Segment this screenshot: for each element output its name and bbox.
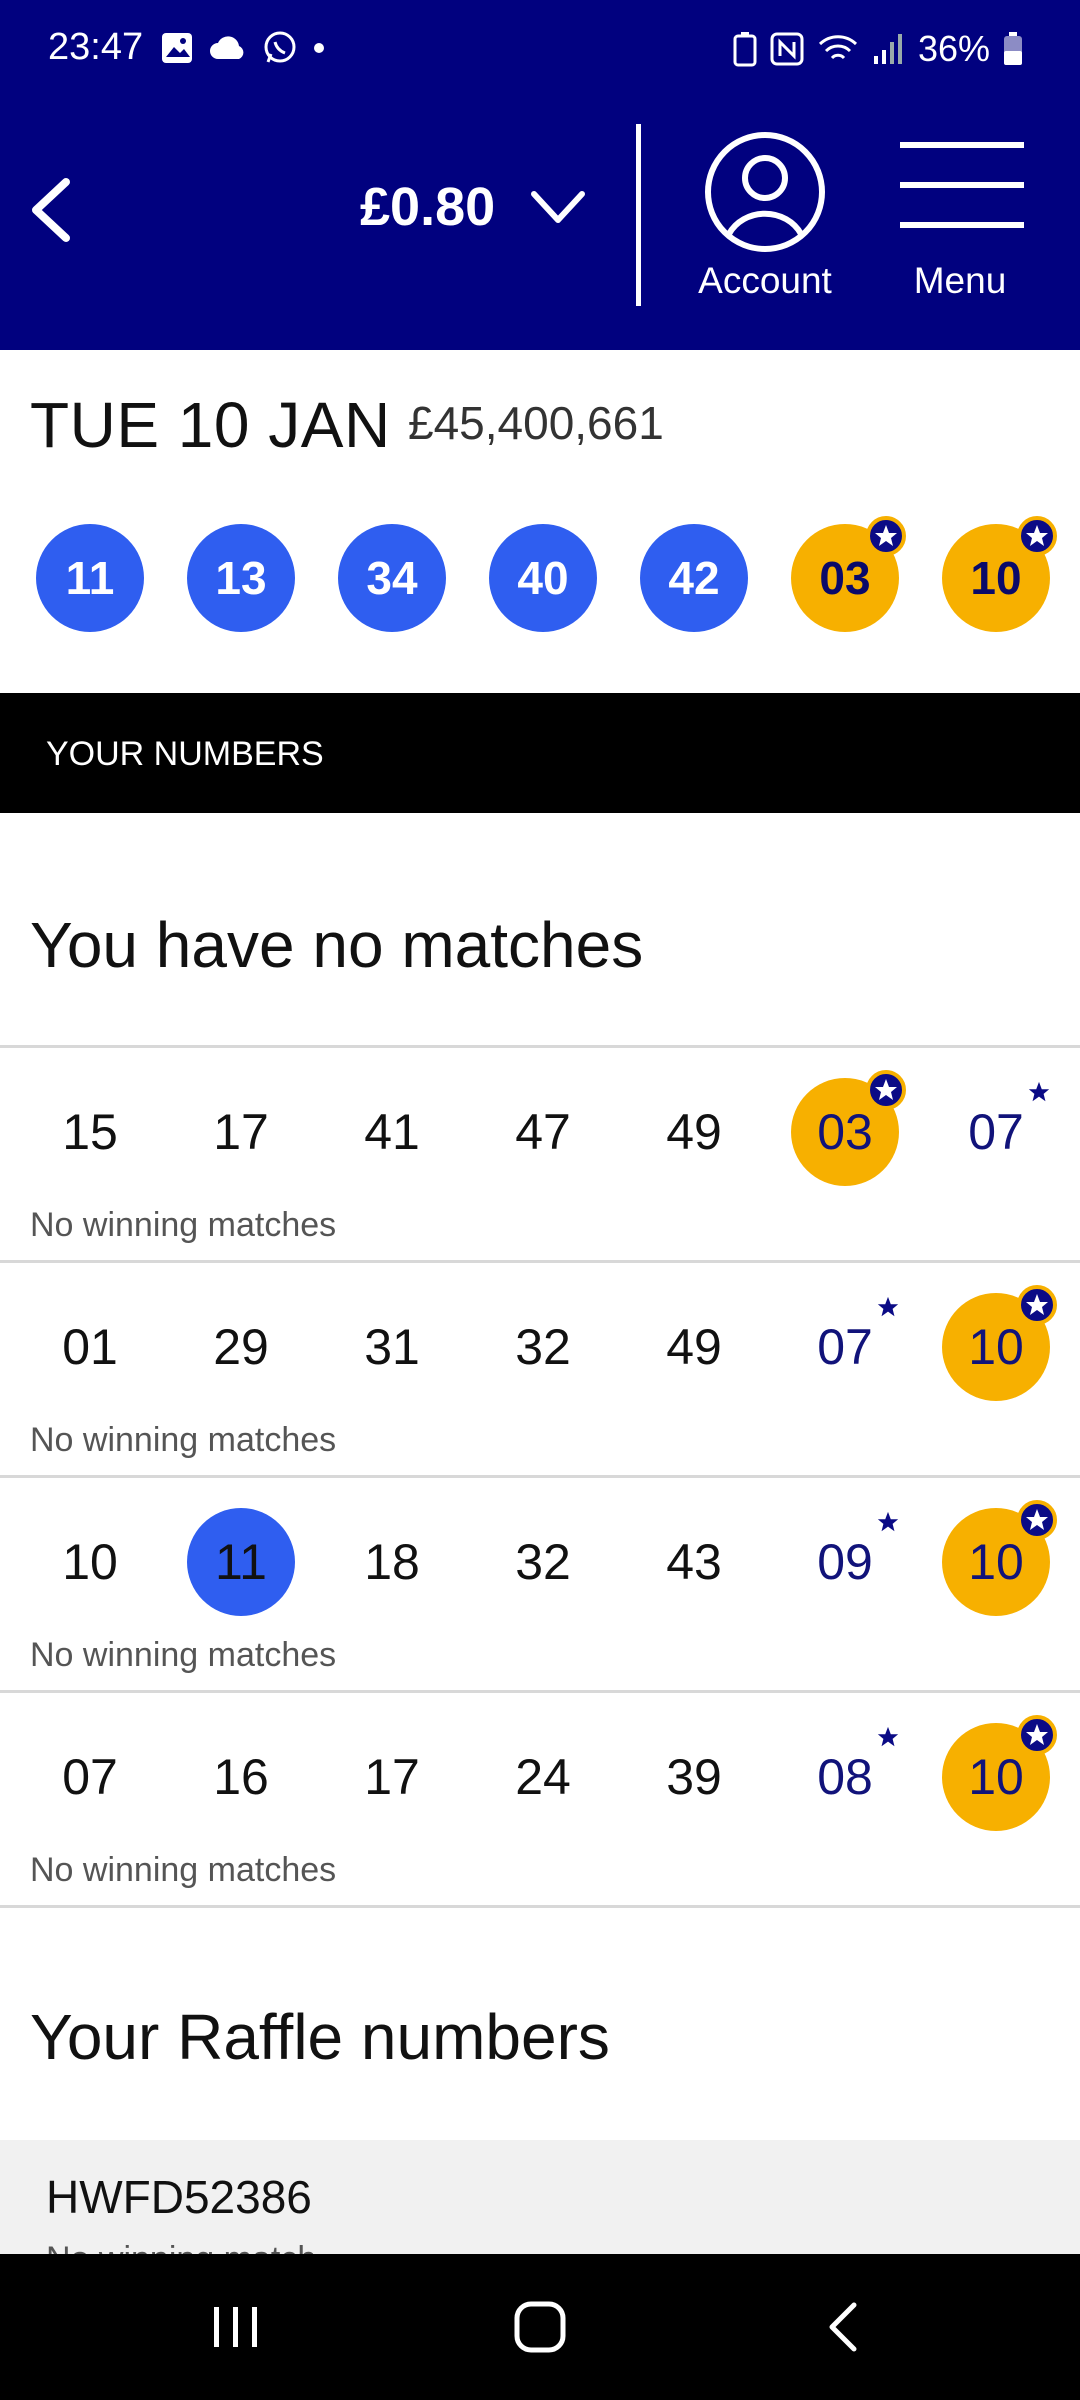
nav-back-icon[interactable]	[814, 2297, 874, 2357]
row-divider	[0, 1690, 1080, 1693]
line-main-number: 07	[62, 1749, 118, 1805]
wifi-icon	[818, 35, 857, 60]
line-result: No winning matches	[30, 1851, 337, 1889]
star-icon	[877, 1511, 899, 1532]
line-main-number: 01	[62, 1319, 118, 1375]
home-icon[interactable]	[510, 2297, 570, 2357]
star-badge-icon	[1017, 1285, 1057, 1325]
notification-icons	[160, 30, 326, 66]
star-icon	[1028, 1081, 1050, 1102]
your-numbers-header: YOUR NUMBERS	[0, 693, 1080, 813]
star-badge-icon	[866, 1070, 906, 1110]
line-main-number: 49	[666, 1319, 722, 1375]
draw-jackpot: £45,400,661	[408, 397, 664, 449]
row-divider	[0, 1905, 1080, 1908]
signal-icon	[873, 34, 902, 64]
header-divider	[636, 124, 641, 306]
account-label: Account	[698, 260, 832, 301]
line-main-number: 43	[666, 1534, 722, 1590]
row-divider	[0, 1475, 1080, 1478]
app-header: 23:47 36% £0.80 Account Menu	[0, 0, 1080, 350]
line-main-number: 18	[364, 1534, 420, 1590]
drawn-main-ball: 34	[338, 524, 446, 632]
line-main-number: 17	[364, 1749, 420, 1805]
drawn-main-ball: 11	[36, 524, 144, 632]
matches-heading: You have no matches	[30, 909, 644, 981]
back-chevron-icon[interactable]	[20, 170, 80, 250]
recents-icon[interactable]	[206, 2297, 266, 2357]
battery-saver-icon	[733, 32, 757, 67]
nfc-icon	[770, 32, 804, 66]
whatsapp-icon	[264, 31, 296, 63]
status-time: 23:47	[48, 26, 144, 68]
line-main-number: 10	[62, 1534, 118, 1590]
line-main-number: 29	[213, 1319, 269, 1375]
battery-icon	[1004, 32, 1022, 65]
line-main-number: 15	[62, 1104, 118, 1160]
draw-date: TUE 10 JAN	[30, 389, 391, 461]
line-main-number: 39	[666, 1749, 722, 1805]
line-result: No winning matches	[30, 1206, 337, 1244]
account-icon	[705, 132, 825, 252]
star-icon	[877, 1296, 899, 1317]
line-main-number: 16	[213, 1749, 269, 1805]
your-numbers-label: YOUR NUMBERS	[46, 735, 324, 773]
account-button[interactable]: Account	[680, 130, 850, 310]
line-result: No winning matches	[30, 1421, 337, 1459]
line-main-number: 32	[515, 1319, 571, 1375]
raffle-heading: Your Raffle numbers	[30, 2001, 610, 2073]
star-badge-icon	[1017, 516, 1057, 556]
gallery-icon	[162, 33, 192, 63]
drawn-main-ball: 42	[640, 524, 748, 632]
balance-amount[interactable]: £0.80	[360, 176, 495, 238]
drawn-main-ball: 40	[489, 524, 597, 632]
menu-hamburger-icon	[900, 142, 1024, 228]
status-bar: 23:47 36%	[0, 0, 1080, 100]
battery-percent: 36%	[917, 28, 990, 69]
system-nav-bar	[0, 2254, 1080, 2400]
system-icons: 36%	[732, 28, 1024, 70]
line-main-number: 17	[213, 1104, 269, 1160]
star-badge-icon	[1017, 1715, 1057, 1755]
row-divider	[0, 1045, 1080, 1048]
star-badge-icon	[866, 516, 906, 556]
star-badge-icon	[1017, 1500, 1057, 1540]
line-main-number: 41	[364, 1104, 420, 1160]
line-main-number: 47	[515, 1104, 571, 1160]
menu-label: Menu	[913, 260, 1007, 301]
raffle-code: HWFD52386	[46, 2171, 312, 2223]
row-divider	[0, 1260, 1080, 1263]
dropdown-chevron-icon[interactable]	[528, 188, 588, 228]
menu-button[interactable]: Menu	[880, 130, 1040, 310]
line-main-number: 24	[515, 1749, 571, 1805]
cloud-icon	[210, 36, 244, 59]
line-main-number: 31	[364, 1319, 420, 1375]
star-icon	[877, 1726, 899, 1747]
line-main-number: 32	[515, 1534, 571, 1590]
dot-icon	[314, 43, 324, 53]
line-result: No winning matches	[30, 1636, 337, 1674]
drawn-main-ball: 13	[187, 524, 295, 632]
line-main-number: 49	[666, 1104, 722, 1160]
line-main-number-matched: 11	[187, 1508, 295, 1616]
